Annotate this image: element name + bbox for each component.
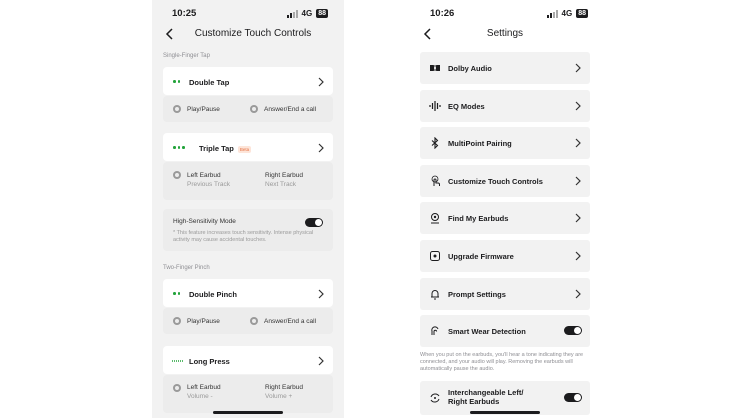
long-press-icon <box>172 360 184 362</box>
bell-icon <box>431 290 439 300</box>
chevron-right-icon <box>318 77 324 87</box>
equalizer-icon <box>429 101 441 111</box>
signal-icon <box>286 9 298 18</box>
double-pinch-card[interactable]: Double Pinch <box>163 279 333 307</box>
double-tap-actions: Play/Pause Answer/End a call <box>163 96 333 122</box>
double-pinch-call-option[interactable]: Answer/End a call <box>250 317 316 325</box>
nav-bar: Settings <box>410 26 600 42</box>
settings-item-customize-touch-controls[interactable]: Customize Touch Controls <box>420 165 590 197</box>
chevron-right-icon <box>318 143 324 153</box>
home-indicator[interactable] <box>470 411 540 414</box>
chevron-right-icon <box>575 213 581 223</box>
touch-icon <box>431 175 440 186</box>
chevron-right-icon <box>575 176 581 186</box>
long-press-right[interactable]: Right Earbud Volume + <box>265 384 303 400</box>
high-sensitivity-label: High-Sensitivity Mode <box>173 218 236 225</box>
play-pause-icon <box>173 317 181 325</box>
signal-icon <box>546 9 558 18</box>
settings-item-eq-modes[interactable]: EQ Modes <box>420 90 590 122</box>
chevron-right-icon <box>575 63 581 73</box>
double-pinch-play-option[interactable]: Play/Pause <box>173 317 220 325</box>
settings-item-find-my-earbuds[interactable]: Find My Earbuds <box>420 202 590 234</box>
chevron-right-icon <box>575 289 581 299</box>
dolby-icon <box>430 65 440 71</box>
page-title: Customize Touch Controls <box>194 28 312 39</box>
page-title: Settings <box>486 28 524 39</box>
home-indicator[interactable] <box>213 411 283 414</box>
double-pinch-title: Double Pinch <box>189 290 237 299</box>
double-tap-play-option[interactable]: Play/Pause <box>173 105 220 113</box>
high-sensitivity-note: * This feature increases touch sensitivi… <box>173 230 314 244</box>
location-icon <box>431 213 439 224</box>
double-tap-call-option[interactable]: Answer/End a call <box>250 105 316 113</box>
triple-tap-title: Triple Tap Beta <box>199 144 252 153</box>
triple-tap-card[interactable]: Triple Tap Beta <box>163 133 333 161</box>
long-press-title: Long Press <box>189 357 230 366</box>
double-dot-icon <box>173 292 180 295</box>
phone-icon <box>250 105 258 113</box>
earbud-icon <box>173 171 181 179</box>
long-press-actions: Left Earbud Volume - Right Earbud Volume + <box>163 375 333 413</box>
settings-screen: 10:26 4G 88 Settings Dolby Audio EQ Mode… <box>410 0 600 418</box>
smart-wear-note: When you put on the earbuds, you'll hear… <box>420 352 584 373</box>
long-press-left[interactable]: Left Earbud Volume - <box>187 384 221 400</box>
play-pause-icon <box>173 105 181 113</box>
triple-tap-right[interactable]: Right Earbud Next Track <box>265 172 303 188</box>
interchangeable-label: Interchangeable Left/Right Earbuds <box>448 388 524 406</box>
double-dot-icon <box>173 80 180 83</box>
status-bar: 10:25 4G 88 <box>152 7 344 21</box>
touch-controls-screen: 10:25 4G 88 Customize Touch Controls Sin… <box>152 0 344 418</box>
double-pinch-actions: Play/Pause Answer/End a call <box>163 308 333 334</box>
bluetooth-icon <box>431 137 439 149</box>
chevron-right-icon <box>318 289 324 299</box>
high-sensitivity-toggle[interactable] <box>305 218 323 227</box>
battery-icon: 88 <box>316 9 328 18</box>
triple-dot-icon <box>173 146 185 149</box>
double-tap-title: Double Tap <box>189 78 230 87</box>
firmware-icon <box>430 251 440 261</box>
wear-detection-icon <box>431 326 439 335</box>
chevron-right-icon <box>575 251 581 261</box>
nav-bar: Customize Touch Controls <box>152 26 344 42</box>
triple-tap-actions: Left Earbud Previous Track Right Earbud Ne… <box>163 162 333 200</box>
chevron-right-icon <box>575 138 581 148</box>
network-label: 4G <box>561 9 573 18</box>
chevron-right-icon <box>575 101 581 111</box>
section-label-two-finger: Two-Finger Pinch <box>163 265 210 271</box>
settings-item-multipoint-pairing[interactable]: MultiPoint Pairing <box>420 127 590 159</box>
triple-tap-left[interactable]: Left Earbud Previous Track <box>187 172 230 188</box>
status-time: 10:26 <box>430 8 455 19</box>
status-bar: 10:26 4G 88 <box>410 7 600 21</box>
section-label-single-finger: Single-Finger Tap <box>163 53 210 59</box>
beta-badge: Beta <box>237 145 252 153</box>
interchangeable-toggle[interactable] <box>564 393 582 402</box>
settings-item-prompt-settings[interactable]: Prompt Settings <box>420 278 590 310</box>
smart-wear-toggle[interactable] <box>564 326 582 335</box>
network-label: 4G <box>301 9 313 18</box>
phone-icon <box>250 317 258 325</box>
chevron-right-icon <box>318 356 324 366</box>
earbud-icon <box>173 384 181 392</box>
long-press-card[interactable]: Long Press <box>163 346 333 374</box>
settings-item-smart-wear-detection: Smart Wear Detection <box>420 315 590 347</box>
double-tap-card[interactable]: Double Tap <box>163 67 333 95</box>
settings-item-dolby-audio[interactable]: Dolby Audio <box>420 52 590 84</box>
settings-item-upgrade-firmware[interactable]: Upgrade Firmware <box>420 240 590 272</box>
settings-item-interchangeable-earbuds: Interchangeable Left/Right Earbuds <box>420 381 590 415</box>
status-time: 10:25 <box>172 8 197 19</box>
swap-icon <box>430 393 440 403</box>
battery-icon: 88 <box>576 9 588 18</box>
high-sensitivity-panel: High-Sensitivity Mode * This feature inc… <box>163 209 333 251</box>
